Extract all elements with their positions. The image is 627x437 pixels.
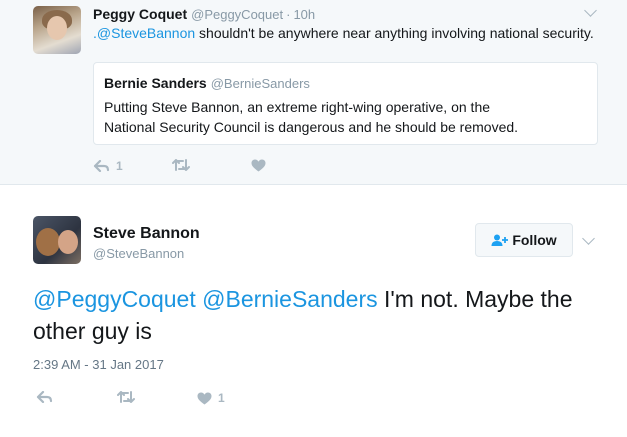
parent-author-name[interactable]: Peggy Coquet [93, 6, 187, 22]
mention-link[interactable]: @BernieSanders [202, 286, 378, 312]
retweet-icon [117, 391, 135, 403]
chevron-down-icon[interactable] [582, 232, 595, 245]
reply-button[interactable]: 1 [93, 159, 123, 173]
quoted-tweet-header: Bernie Sanders @BernieSanders [104, 75, 310, 91]
follow-button[interactable]: Follow [475, 223, 573, 257]
tweet-divider [0, 184, 627, 185]
reply-button[interactable] [36, 391, 59, 403]
mention-link[interactable]: @PeggyCoquet [33, 286, 196, 312]
like-button[interactable] [251, 159, 272, 172]
follow-label: Follow [512, 232, 557, 248]
retweet-button[interactable] [172, 159, 196, 171]
quoted-tweet-text: Putting Steve Bannon, an extreme right-w… [104, 99, 519, 135]
reply-icon [93, 160, 110, 172]
parent-tweet-text: .@SteveBannon shouldn't be anywhere near… [93, 25, 594, 41]
reply-count: 1 [116, 159, 123, 173]
main-author-handle[interactable]: @SteveBannon [93, 246, 184, 261]
parent-tweet-header: Peggy Coquet @PeggyCoquet · 10h [93, 6, 315, 22]
reply-icon [36, 391, 53, 403]
main-tweet-text: @PeggyCoquet @BernieSanders I'm not. May… [33, 283, 603, 347]
parent-author-handle[interactable]: @PeggyCoquet [191, 7, 283, 22]
parent-tweet-time[interactable]: 10h [293, 7, 315, 22]
chevron-down-icon[interactable] [584, 4, 597, 17]
quoted-tweet[interactable]: Bernie Sanders @BernieSanders Putting Ste… [93, 62, 598, 145]
heart-icon [197, 392, 212, 404]
retweet-button[interactable] [117, 391, 141, 403]
steve-bannon-avatar[interactable] [33, 216, 81, 264]
quoted-author-name: Bernie Sanders [104, 75, 207, 91]
like-button[interactable]: 1 [197, 391, 225, 405]
heart-icon [251, 159, 266, 172]
parent-tweet[interactable]: Peggy Coquet @PeggyCoquet · 10h .@SteveBann… [0, 0, 627, 184]
like-count: 1 [218, 391, 225, 405]
quoted-author-handle: @BernieSanders [210, 76, 310, 91]
retweet-icon [172, 159, 190, 171]
parent-tweet-body: shouldn't be anywhere near anything invo… [195, 25, 594, 41]
main-author-name[interactable]: Steve Bannon [93, 225, 200, 243]
mention-link[interactable]: .@SteveBannon [93, 25, 195, 41]
peggy-avatar[interactable] [33, 6, 81, 54]
separator-dot: · [286, 7, 291, 22]
tweet-timestamp[interactable]: 2:39 AM - 31 Jan 2017 [33, 357, 164, 372]
follow-user-icon [491, 234, 509, 246]
